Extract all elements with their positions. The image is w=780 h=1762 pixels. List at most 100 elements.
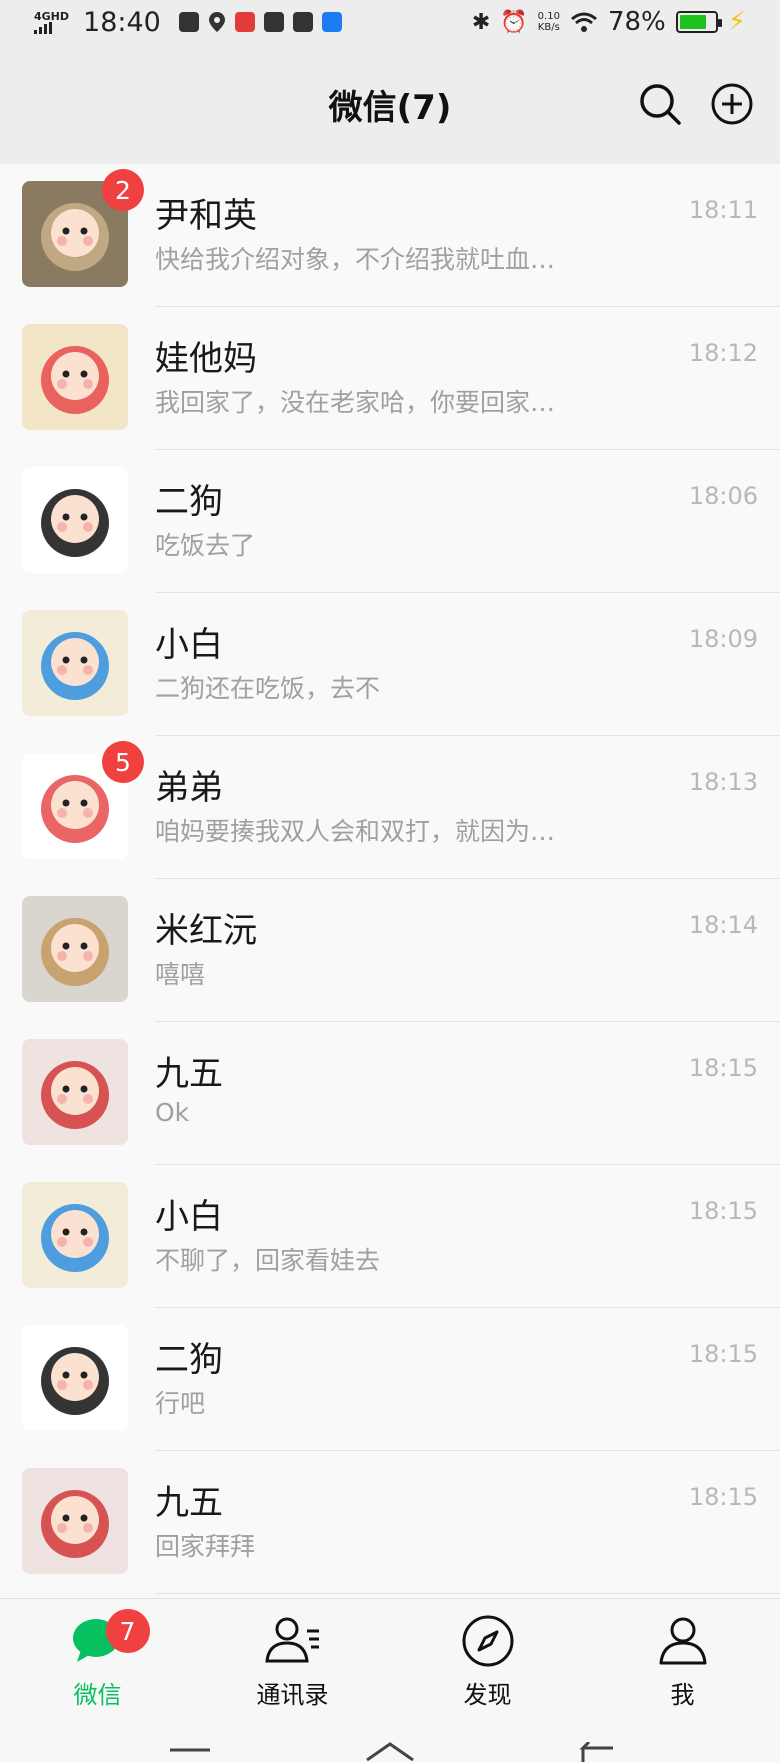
chat-row[interactable]: 二狗 行吧 18:15 [0,1308,780,1451]
puppy-photo-avatar [22,896,128,1002]
chat-time: 18:06 [688,482,758,510]
chat-row[interactable]: 5 弟弟 咱妈要揍我双人会和双打，就因为… 18:13 [0,736,780,879]
avatar-wrapper: 2 [22,169,144,287]
alipay-icon [263,12,284,32]
menu-nav-icon[interactable] [170,1748,210,1762]
tab-me-label: 我 [670,1681,695,1709]
cartoon-boy-avatar [22,1325,128,1431]
battery-percent: 78% [607,7,666,37]
chat-name: 九五 [155,1483,223,1523]
chat-name: 娃他妈 [155,339,257,379]
alarm-icon: ⏰ [500,9,528,35]
chat-row[interactable]: 小白 不聊了，回家看娃去 18:15 [0,1165,780,1308]
chat-name: 尹和英 [155,196,257,236]
back-nav-icon[interactable] [575,1742,615,1762]
chat-preview: 行吧 [155,1389,206,1418]
cartoon-boy-blue-avatar [22,610,128,716]
row-divider [155,1593,780,1594]
chat-time: 18:12 [688,339,758,367]
chat-name: 弟弟 [155,768,223,808]
chat-time: 18:11 [688,196,758,224]
avatar-wrapper [22,1468,128,1574]
chat-time: 18:15 [688,1197,758,1225]
search-icon [640,84,681,125]
search-button[interactable] [636,80,684,128]
bluetooth-icon: ✱ [471,9,491,35]
system-nav-bar [0,1722,780,1762]
cartoon-girl-avatar [22,324,128,430]
chat-time: 18:15 [688,1483,758,1511]
chat-row[interactable]: 二狗 吃饭去了 18:06 [0,450,780,593]
tab-bar: 7 微信 通讯录 发现 我 [0,1598,780,1722]
tab-chats-badge: 7 [105,1609,150,1653]
chat-preview: 二狗还在吃饭，去不 [155,674,381,703]
wifi-icon [570,12,597,32]
signal-icon [34,21,52,34]
chat-row[interactable]: 米红沅 嘻嘻 18:14 [0,879,780,1022]
avatar-wrapper: 5 [22,741,144,859]
chat-row[interactable]: 娃他妈 我回家了，没在老家哈，你要回家… 18:12 [0,307,780,450]
location-icon [208,12,225,32]
app-header: 微信(7) [0,44,780,164]
contacts-icon [263,1613,323,1669]
chat-time: 18:15 [688,1054,758,1082]
du-app-icon [292,12,313,32]
chat-preview: 我回家了，没在老家哈，你要回家… [155,388,556,417]
chat-name: 二狗 [155,482,223,522]
tab-discover[interactable]: 发现 [390,1599,585,1722]
avatar-wrapper [22,896,128,1002]
chat-preview: 回家拜拜 [155,1532,256,1561]
chat-name: 米红沅 [155,911,257,951]
chat-row[interactable]: 小白 二狗还在吃饭，去不 18:09 [0,593,780,736]
battery-icon [675,11,722,33]
red-app-icon [234,12,255,32]
chat-time: 18:09 [688,625,758,653]
chat-preview: 快给我介绍对象，不介绍我就吐血… [155,245,556,274]
chat-preview: 不聊了，回家看娃去 [155,1246,381,1275]
clock: 18:40 [83,6,161,38]
avatar-wrapper [22,324,128,430]
network-type: 4GHD [34,9,70,23]
unread-badge: 2 [102,169,144,211]
red-hood-girl-avatar [22,1039,128,1145]
chat-name: 小白 [155,1197,223,1237]
avatar-wrapper [22,610,128,716]
speed-unit: KB/s [537,22,560,33]
tab-contacts-label: 通讯录 [256,1681,329,1709]
avatar-wrapper [22,1039,128,1145]
avatar-wrapper [22,1325,128,1431]
home-nav-icon[interactable] [365,1740,415,1762]
chat-preview: Ok [155,1098,190,1127]
chat-name: 小白 [155,625,223,665]
chat-list: 2 尹和英 快给我介绍对象，不介绍我就吐血… 18:11 娃他妈 我回家了，没在… [0,164,780,1594]
tab-contacts[interactable]: 通讯录 [195,1599,390,1722]
zhihu-icon [321,12,342,32]
unread-badge: 5 [102,741,144,783]
person-icon [653,1613,713,1669]
chat-preview: 嘻嘻 [155,960,206,989]
chat-row[interactable]: 九五 回家拜拜 18:15 [0,1451,780,1594]
chat-preview: 咱妈要揍我双人会和双打，就因为… [155,817,556,846]
tab-me[interactable]: 我 [585,1599,780,1722]
cartoon-boy-blue-avatar [22,1182,128,1288]
chat-row[interactable]: 九五 Ok 18:15 [0,1022,780,1165]
status-bar: 4GHD 18:40 ✱ ⏰ 0.10 KB/s 78% ⚡ [0,0,780,44]
avatar-wrapper [22,467,128,573]
compass-icon [458,1613,518,1669]
cartoon-boy-avatar [22,467,128,573]
chat-preview: 吃饭去了 [155,531,256,560]
chat-time: 18:13 [688,768,758,796]
tab-chats[interactable]: 7 微信 [0,1599,195,1722]
chat-name: 九五 [155,1054,223,1094]
chat-time: 18:15 [688,1340,758,1368]
network-indicator: 4GHD [34,11,69,34]
charging-icon: ⚡ [727,7,746,37]
plus-circle-icon [711,83,753,125]
page-title: 微信(7) [328,87,452,128]
chat-name: 二狗 [155,1340,223,1380]
chat-row[interactable]: 2 尹和英 快给我介绍对象，不介绍我就吐血… 18:11 [0,164,780,307]
tab-discover-label: 发现 [463,1681,512,1709]
add-button[interactable] [708,80,756,128]
speed-value: 0.10 [537,11,560,22]
tab-chats-label: 微信 [73,1681,122,1709]
